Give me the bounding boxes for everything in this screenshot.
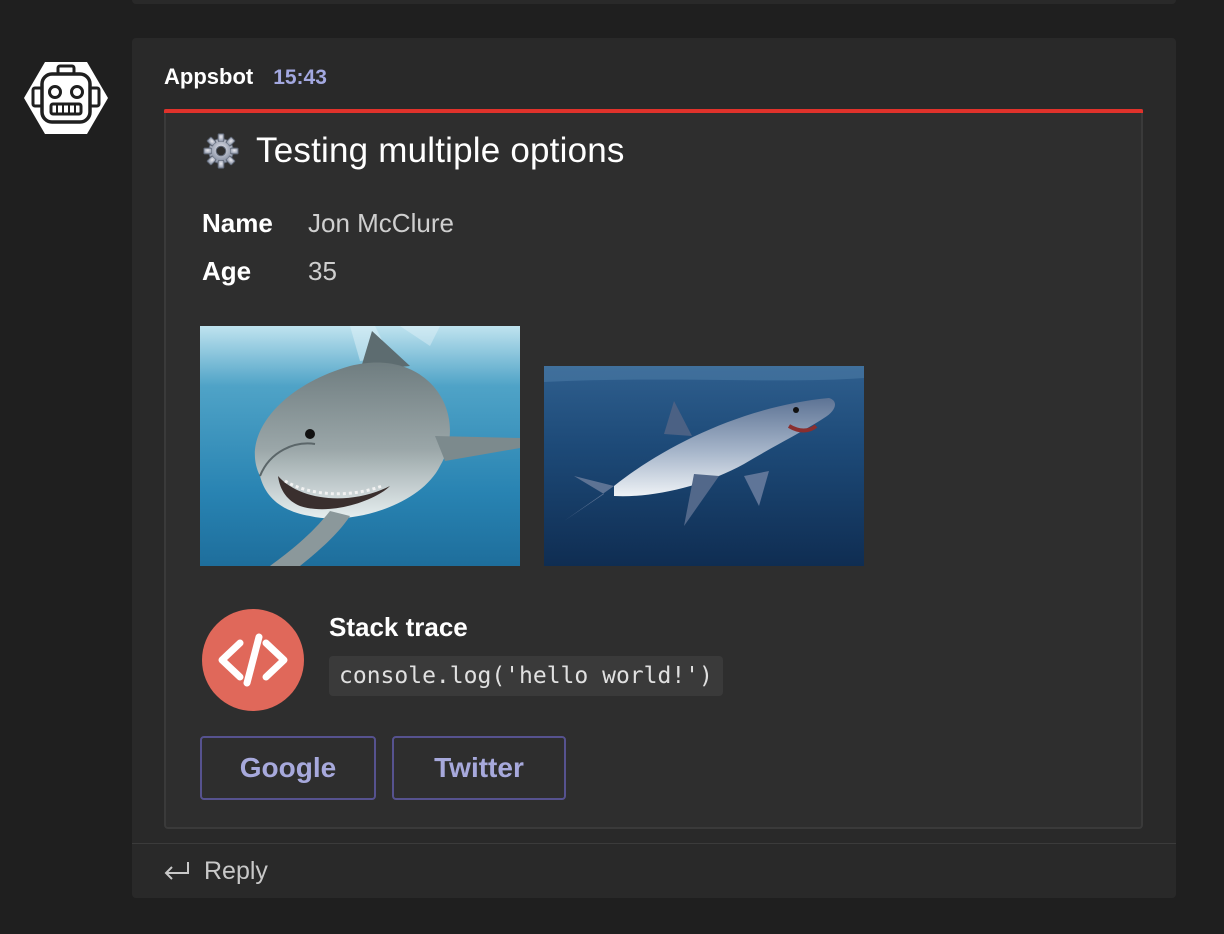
message-timestamp: 15:43	[273, 66, 327, 89]
reply-arrow-icon	[164, 862, 189, 880]
great-white-shark-image[interactable]	[200, 326, 520, 566]
adaptive-card: Testing multiple options Name Jon McClur…	[164, 109, 1143, 829]
card-title-text: Testing multiple options	[256, 131, 625, 170]
robot-icon	[24, 62, 108, 134]
fact-age-value: 35	[308, 255, 337, 286]
card-title: Testing multiple options	[202, 131, 625, 171]
code-icon	[202, 609, 304, 711]
gear-icon	[203, 133, 239, 169]
reply-bar[interactable]: Reply	[132, 843, 1176, 898]
code-snippet: console.log('hello world!')	[329, 656, 723, 696]
card-accent-bar	[164, 109, 1143, 113]
stack-trace-title: Stack trace	[329, 612, 468, 642]
sender-name[interactable]: Appsbot	[164, 64, 253, 90]
twitter-button[interactable]: Twitter	[392, 736, 566, 800]
fact-name-value: Jon McClure	[308, 207, 454, 238]
message-container: Appsbot 15:43 Testing multiple options N…	[132, 38, 1176, 898]
bot-avatar[interactable]	[24, 60, 108, 136]
fact-row: Name Jon McClure	[202, 199, 454, 247]
fact-row: Age 35	[202, 247, 454, 295]
mako-shark-image[interactable]	[544, 366, 864, 566]
message-header: Appsbot 15:43	[164, 64, 327, 92]
fact-name-label: Name	[202, 207, 273, 238]
fact-set: Name Jon McClure Age 35	[202, 199, 454, 295]
google-button[interactable]: Google	[200, 736, 376, 800]
previous-message-edge	[132, 0, 1176, 4]
fact-age-label: Age	[202, 255, 252, 286]
reply-label[interactable]: Reply	[204, 857, 268, 886]
